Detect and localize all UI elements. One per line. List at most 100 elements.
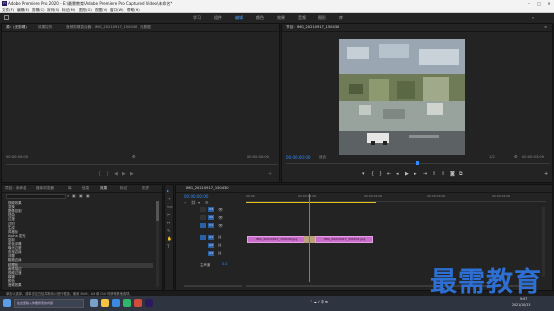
workspace-audio[interactable]: 音频	[298, 15, 306, 21]
ripple-edit-tool-icon[interactable]: ⟺	[167, 204, 173, 209]
play-icon[interactable]: ▶	[405, 171, 409, 177]
taskbar-date[interactable]: 2021/10/13	[512, 303, 530, 307]
linked-selection-icon[interactable]: ⛓	[191, 200, 196, 205]
timeline-clip-2[interactable]: IMG_20210917_150431.jpg	[315, 236, 373, 243]
tab-sequence[interactable]: IMG_20210917_150430	[186, 186, 229, 190]
mark-out-icon[interactable]: }	[379, 171, 382, 177]
add-marker-icon[interactable]: ▾	[198, 200, 200, 205]
workspace-effects[interactable]: 效果	[277, 15, 285, 21]
timeline-clip-1[interactable]: IMG_20210917_150430.jpg	[247, 236, 305, 243]
premiere-taskbar-icon[interactable]	[145, 299, 153, 307]
workspace-assembly[interactable]: 组件	[214, 15, 222, 21]
work-area-bar[interactable]	[246, 202, 376, 203]
lift-icon[interactable]: ⇧	[432, 171, 436, 177]
tray-icons[interactable]: ⌃ ☁ ♪ 中 ⊞	[310, 299, 328, 304]
mark-in-icon[interactable]: {	[371, 171, 374, 177]
tab-info[interactable]: 信息	[82, 186, 89, 191]
edge-browser-icon[interactable]	[112, 299, 120, 307]
home-icon[interactable]	[4, 15, 9, 20]
mute-icon[interactable]: M	[218, 235, 221, 240]
track-label-a2[interactable]: A2	[208, 243, 214, 248]
source-patch-v3[interactable]	[200, 207, 206, 212]
workspace-libraries[interactable]: 库	[339, 15, 343, 21]
selection-tool-icon[interactable]: ▸	[167, 188, 169, 193]
yuv-effects-icon[interactable]: ▣	[86, 193, 90, 198]
tab-program[interactable]: 节目：IMG_20210917_150430	[286, 25, 339, 30]
windows-start-icon[interactable]	[3, 299, 11, 307]
source-patch-v2[interactable]	[200, 215, 206, 220]
tab-effects[interactable]: 效果	[100, 186, 107, 191]
workspace-color[interactable]: 颜色	[256, 15, 264, 21]
snap-icon[interactable]: ⌁	[184, 200, 186, 205]
track-label-a3[interactable]: A3	[208, 251, 214, 256]
program-playhead[interactable]	[416, 161, 419, 165]
tab-project[interactable]: 项目：未命名	[5, 186, 27, 191]
tab-audio-clip-mixer[interactable]: 音频剪辑混合器：IMG_20210917_150430	[66, 25, 137, 30]
tab-media-browser[interactable]: 媒体浏览器	[36, 186, 54, 191]
playback-resolution-select[interactable]: 1/2	[489, 155, 495, 159]
tab-history[interactable]: 历史	[142, 186, 149, 191]
export-frame-icon[interactable]: ◙	[450, 171, 455, 177]
source-patch-v1[interactable]	[200, 223, 206, 228]
step-back-icon[interactable]: ◂	[396, 171, 399, 177]
mute-icon[interactable]: M	[218, 243, 221, 248]
add-button-icon[interactable]: +	[544, 171, 548, 177]
eye-icon[interactable]: 👁	[218, 215, 223, 220]
wrench-icon[interactable]: ⚙	[514, 154, 518, 159]
track-label-v2[interactable]: V2	[208, 215, 214, 220]
time-ruler[interactable]: 00:00 00:00:01:00 00:00:02:00 00:00:03:0…	[246, 194, 546, 202]
minimize-button[interactable]: –	[524, 0, 534, 7]
play-icon[interactable]: ▶	[122, 171, 126, 177]
panel-menu-icon[interactable]: ≡	[544, 25, 547, 29]
tab-markers[interactable]: 标记	[120, 186, 127, 191]
app-icon-red[interactable]	[134, 299, 142, 307]
timeline-playhead[interactable]	[309, 194, 310, 282]
step-forward-icon[interactable]: ▶	[130, 171, 134, 177]
workspace-learn[interactable]: 学习	[193, 15, 201, 21]
search-icon[interactable]: ⌕	[532, 15, 534, 20]
taskbar-search-input[interactable]: 在这里输入你要搜索的内容	[14, 299, 84, 308]
chrome-icon[interactable]	[123, 299, 131, 307]
type-tool-icon[interactable]: T	[167, 244, 169, 249]
accelerated-effects-icon[interactable]: ▣	[72, 193, 76, 198]
tab-effect-controls[interactable]: 效果控件	[38, 25, 52, 30]
source-patch-a1[interactable]	[200, 235, 206, 240]
mute-icon[interactable]: M	[218, 251, 221, 256]
tab-source[interactable]: 源：(无剪辑)	[6, 25, 27, 30]
mark-out-icon[interactable]: }	[106, 171, 109, 177]
step-back-icon[interactable]: ◀	[114, 171, 118, 177]
effects-tree-item[interactable]: 音频效果	[8, 283, 153, 288]
maximize-button[interactable]: □	[534, 0, 544, 7]
workspace-editing[interactable]: 编辑	[235, 15, 243, 21]
extract-icon[interactable]: ⇪	[441, 171, 445, 177]
tab-metadata[interactable]: 元数据	[140, 25, 151, 30]
add-button-icon[interactable]: +	[268, 171, 272, 177]
task-view-icon[interactable]	[90, 299, 98, 307]
32bit-effects-icon[interactable]: ▣	[79, 193, 83, 198]
effects-search-input[interactable]	[6, 194, 66, 199]
add-marker-icon[interactable]: ▾	[362, 171, 365, 177]
step-forward-icon[interactable]: ▸	[414, 171, 417, 177]
comparison-view-icon[interactable]: ⧉	[459, 171, 463, 177]
timeline-zoom-scrollbar[interactable]	[184, 285, 242, 287]
track-label-v3[interactable]: V3	[208, 207, 214, 212]
effects-scrollbar[interactable]	[156, 201, 159, 287]
close-button[interactable]: ✕	[544, 0, 554, 7]
track-select-tool-icon[interactable]: ⇢	[167, 196, 170, 201]
track-label-v1[interactable]: V1	[208, 223, 214, 228]
hand-tool-icon[interactable]: ✋	[167, 236, 172, 241]
timeline-vertical-scrollbar[interactable]	[542, 207, 545, 277]
tab-libraries[interactable]: 库	[68, 186, 72, 191]
slip-tool-icon[interactable]: ↔	[167, 220, 170, 225]
mark-in-icon[interactable]: {	[98, 171, 101, 177]
workspace-graphics[interactable]: 图形	[318, 15, 326, 21]
go-to-in-icon[interactable]: ⇤	[387, 171, 391, 177]
eye-icon[interactable]: 👁	[218, 207, 223, 212]
zoom-fit-select[interactable]: 适合	[319, 155, 326, 160]
source-scrub-bar[interactable]	[6, 164, 278, 165]
eye-icon[interactable]: 👁	[218, 223, 223, 228]
go-to-out-icon[interactable]: ⇥	[423, 171, 427, 177]
pen-tool-icon[interactable]: ✎	[167, 228, 170, 233]
wrench-icon[interactable]: ⚙	[205, 200, 209, 205]
file-explorer-icon[interactable]	[101, 299, 109, 307]
